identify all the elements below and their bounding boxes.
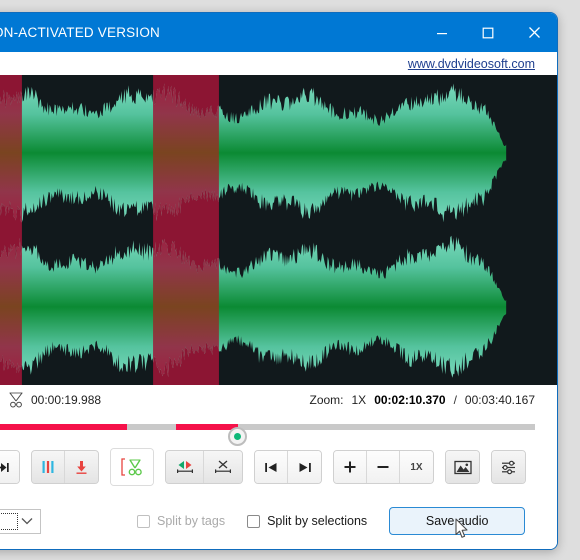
selection-bracket-icon: [0, 393, 1, 408]
zoom-group: 1X: [333, 450, 434, 484]
selection-edit-group: [165, 450, 243, 484]
maximize-icon: [482, 27, 494, 38]
sliders-icon: [502, 460, 515, 474]
chevron-down-icon: [21, 514, 33, 528]
go-to-start-button[interactable]: [255, 451, 288, 483]
format-select[interactable]: [0, 508, 41, 534]
save-audio-button[interactable]: Save audio: [389, 507, 526, 535]
split-by-tags-checkbox[interactable]: Split by tags: [137, 514, 225, 528]
jump-to-end-icon: [299, 462, 311, 472]
zoom-value: 1X: [351, 393, 367, 407]
view-group: [445, 450, 480, 484]
format-select-focus-ring: [0, 512, 18, 530]
markers-bars-icon: [42, 461, 54, 473]
split-options: Split by tags Split by selections: [137, 514, 367, 528]
bottom-bar: Split by tags Split by selections Save a…: [0, 493, 557, 549]
window-title: NON-ACTIVATED VERSION: [0, 25, 160, 40]
play-to-next-marker-button[interactable]: [0, 451, 19, 483]
zoom-label: Zoom:: [309, 393, 344, 407]
split-by-selections-label: Split by selections: [267, 514, 368, 528]
show-markers-button[interactable]: [32, 451, 65, 483]
selection-duration: 00:00:19.988: [31, 393, 102, 407]
seek-track[interactable]: [0, 424, 535, 446]
settings-group: [491, 450, 526, 484]
playback-group: [0, 450, 20, 484]
delete-selection-icon: [215, 460, 231, 473]
add-marker-button[interactable]: [65, 451, 98, 483]
total-time: 00:03:40.167: [464, 393, 535, 407]
marker-group: [31, 450, 99, 484]
scissors-bracket-icon: [121, 458, 142, 476]
seek-row[interactable]: [0, 415, 557, 446]
application-window: NON-ACTIVATED VERSION www.dvdvideosoft.c…: [0, 12, 558, 550]
checkbox-box: [247, 514, 261, 528]
plus-icon: [344, 461, 356, 473]
cut-button[interactable]: [111, 449, 153, 485]
promo-row: www.dvdvideosoft.com: [0, 52, 557, 75]
invert-selection-button[interactable]: [166, 451, 204, 483]
split-by-tags-label: Split by tags: [157, 514, 226, 528]
zoom-out-button[interactable]: [367, 451, 400, 483]
info-row: 00:00:19.988 Zoom: 1X 00:02:10.370 / 00:…: [0, 385, 557, 415]
window-controls: [419, 13, 557, 52]
minimize-icon: [437, 32, 447, 34]
checkbox-box: [137, 514, 150, 528]
selection-info: 00:00:19.988: [0, 392, 101, 408]
delete-selection-button[interactable]: [204, 451, 242, 483]
jump-to-start-icon: [265, 462, 277, 472]
seek-segment: [0, 424, 127, 430]
toggle-spectrogram-button[interactable]: [446, 451, 479, 483]
current-time: 00:02:10.370: [374, 393, 446, 407]
seek-segment: [175, 424, 238, 430]
zoom-in-button[interactable]: [334, 451, 367, 483]
cut-group: [110, 448, 154, 486]
waveform-panel[interactable]: [0, 75, 557, 385]
waveform-display[interactable]: [0, 75, 557, 385]
go-to-end-button[interactable]: [288, 451, 321, 483]
dvdvideosoft-link[interactable]: www.dvdvideosoft.com: [408, 57, 535, 71]
zoom-reset-button[interactable]: 1X: [400, 451, 433, 483]
time-separator: /: [453, 393, 457, 407]
navigation-group: [254, 450, 322, 484]
close-button[interactable]: [511, 13, 557, 52]
close-icon: [528, 27, 540, 38]
marker-down-arrow-icon: [76, 460, 87, 474]
maximize-button[interactable]: [465, 13, 511, 52]
audio-settings-button[interactable]: [492, 451, 525, 483]
minus-icon: [377, 466, 389, 468]
image-mountain-icon: [453, 460, 472, 474]
toolbar: 1X: [0, 441, 557, 493]
minimize-button[interactable]: [419, 13, 465, 52]
title-bar: NON-ACTIVATED VERSION: [0, 13, 557, 52]
invert-selection-icon: [176, 461, 193, 473]
scissors-icon: [9, 392, 23, 408]
split-by-selections-checkbox[interactable]: Split by selections: [247, 514, 367, 528]
time-info: Zoom: 1X 00:02:10.370 / 00:03:40.167: [309, 393, 535, 407]
skip-forward-icon: [0, 462, 9, 472]
